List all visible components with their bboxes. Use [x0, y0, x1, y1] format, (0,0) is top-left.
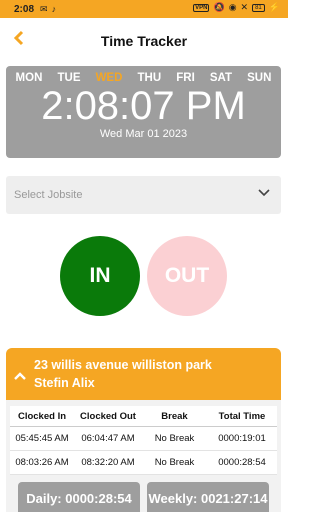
cell-clocked-out: 08:32:20 AM [81, 457, 135, 468]
clock-in-button[interactable]: IN [60, 236, 140, 316]
time-table: Clocked In Clocked Out Break Total Time … [10, 406, 277, 475]
cell-clocked-in: 05:45:45 AM [15, 433, 69, 444]
cell-clocked-out: 06:04:47 AM [81, 433, 135, 444]
clock-panel: MON TUE WED THU FRI SAT SUN 2:08:07 PM W… [6, 66, 281, 158]
cell-clocked-in: 08:03:26 AM [15, 457, 69, 468]
chevron-up-icon[interactable] [14, 368, 26, 386]
battery-icon: 81 [252, 3, 265, 12]
cell-total-time: 0000:28:54 [218, 457, 266, 468]
daily-total: Daily: 0000:28:54 [18, 482, 140, 512]
col-clocked-out: Clocked Out [80, 410, 136, 422]
day-sun: SUN [247, 72, 272, 84]
charging-icon: ⚡ [268, 2, 280, 12]
day-mon: MON [15, 72, 43, 84]
card-header[interactable]: 23 willis avenue williston park Stefin A… [6, 348, 281, 400]
cell-break: No Break [154, 457, 195, 468]
col-clocked-in: Clocked In [17, 410, 67, 422]
tiktok-icon: ♪ [51, 3, 57, 14]
clock-out-button[interactable]: OUT [147, 236, 227, 316]
col-break: Break [161, 410, 188, 422]
mute-icon: 🔕 [213, 2, 225, 12]
app-header: Time Tracker [0, 18, 288, 64]
sim-icon: ✕ [240, 2, 249, 12]
time-entry-card: 23 willis avenue williston park Stefin A… [6, 348, 281, 512]
day-fri: FRI [176, 72, 195, 84]
table-row: 05:45:45 AM 06:04:47 AM No Break 0000:19… [10, 427, 277, 451]
weekly-total: Weekly: 0021:27:14 [147, 482, 269, 512]
status-time: 2:08 [14, 3, 35, 15]
day-wed: WED [95, 72, 123, 84]
chevron-down-icon [257, 185, 271, 202]
table-header: Clocked In Clocked Out Break Total Time [10, 406, 277, 427]
weekday-row: MON TUE WED THU FRI SAT SUN [6, 66, 281, 84]
jobsite-select[interactable]: Select Jobsite [6, 176, 281, 214]
gmail-icon: ✉ [40, 3, 48, 14]
cell-break: No Break [154, 433, 195, 444]
day-tue: TUE [57, 72, 81, 84]
back-arrow-icon[interactable] [12, 30, 26, 50]
table-row: 08:03:26 AM 08:32:20 AM No Break 0000:28… [10, 451, 277, 475]
day-sat: SAT [209, 72, 233, 84]
employee-name: Stefin Alix [34, 376, 95, 390]
wifi-icon: ◉ [228, 2, 237, 12]
col-total-time: Total Time [218, 410, 266, 422]
day-thu: THU [137, 72, 162, 84]
jobsite-address: 23 willis avenue williston park [34, 358, 212, 372]
current-date: Wed Mar 01 2023 [99, 128, 188, 140]
cell-total-time: 0000:19:01 [218, 433, 266, 444]
current-time: 2:08:07 PM [41, 84, 246, 128]
jobsite-placeholder: Select Jobsite [14, 189, 83, 201]
page-title: Time Tracker [100, 33, 188, 49]
vpn-icon: VPN [193, 3, 210, 12]
status-bar: 2:08 ✉ ♪ VPN 🔕 ◉ ✕ 81 ⚡ [0, 0, 288, 18]
